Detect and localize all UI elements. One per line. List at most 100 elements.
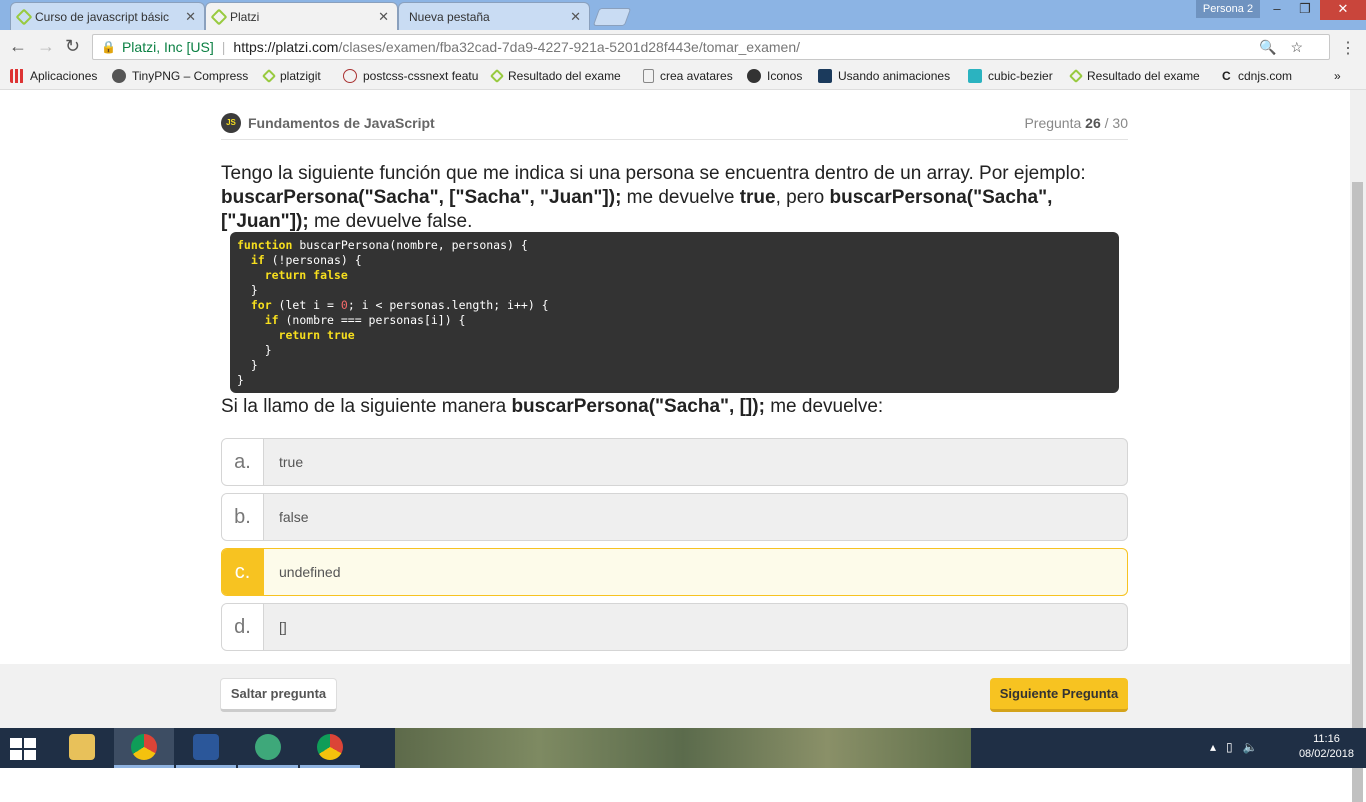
bookmarks-bar: Aplicaciones TinyPNG – Compress platzigi… [0, 64, 1366, 90]
apps-grid-icon [10, 69, 24, 83]
bookmark-star-icon[interactable]: ☆ [1290, 39, 1317, 55]
option-text: true [279, 454, 304, 470]
code-line: for (let i = 0; i < personas.length; i++… [237, 298, 549, 312]
taskbar-atom[interactable] [238, 728, 298, 768]
page-icon [643, 69, 654, 83]
address-bar[interactable]: 🔒 Platzi, Inc [US] | https://platzi.com … [92, 34, 1330, 60]
exam-footer: Saltar pregunta Siguiente Pregunta [0, 664, 1350, 728]
bookmark-postcss[interactable]: postcss-cssnext featu [343, 69, 478, 83]
code-line: return true [237, 328, 355, 342]
page-content: JS Fundamentos de JavaScript Pregunta 26… [0, 90, 1350, 728]
question-counter: Pregunta 26 / 30 [1024, 115, 1128, 131]
taskbar-chrome-2[interactable] [300, 728, 360, 768]
tray-overflow-icon[interactable]: ▴ [1210, 740, 1226, 754]
volume-icon[interactable]: 🔈 [1243, 740, 1268, 754]
course-title: Fundamentos de JavaScript [248, 115, 435, 131]
system-tray: ▴▯🔈 [1210, 740, 1268, 754]
minimize-icon[interactable]: – [1262, 0, 1292, 20]
bookmark-resultado-1[interactable]: Resultado del exame [489, 68, 621, 84]
postcss-icon [343, 69, 357, 83]
tab-title: Curso de javascript básic [35, 9, 170, 24]
option-letter: b. [222, 494, 264, 540]
taskbar-chrome[interactable] [114, 728, 174, 768]
answer-option-a[interactable]: a. true [221, 438, 1128, 486]
battery-icon[interactable]: ▯ [1226, 740, 1243, 754]
exam-header: JS Fundamentos de JavaScript Pregunta 26… [221, 110, 1128, 140]
windows-start-icon[interactable] [10, 738, 38, 760]
option-text: false [279, 509, 309, 525]
bookmark-avatares[interactable]: crea avatares [643, 69, 733, 83]
close-tab-icon[interactable]: ✕ [378, 9, 389, 25]
reload-icon[interactable]: ↻ [65, 36, 80, 57]
bookmark-resultado-2[interactable]: Resultado del exame [1068, 68, 1200, 84]
tab-curso[interactable]: Curso de javascript básic ✕ [10, 2, 205, 30]
code-line: if (nombre === personas[i]) { [237, 313, 466, 327]
taskbar-file-explorer[interactable] [52, 728, 112, 768]
bookmarks-overflow-icon[interactable]: » [1334, 69, 1341, 83]
profile-button[interactable]: Persona 2 [1196, 0, 1260, 18]
bookmark-animaciones[interactable]: Usando animaciones [818, 69, 950, 83]
platzi-favicon-icon [210, 8, 228, 26]
code-line: } [237, 373, 244, 387]
lock-icon: 🔒 [101, 40, 116, 54]
browser-toolbar: ← → ↻ 🔒 Platzi, Inc [US] | https://platz… [0, 30, 1366, 64]
bookmark-platzigit[interactable]: platzigit [261, 68, 321, 84]
tab-platzi[interactable]: Platzi ✕ [205, 2, 398, 30]
skip-question-button[interactable]: Saltar pregunta [220, 678, 337, 712]
desktop-wallpaper-strip [395, 728, 971, 768]
code-line: return false [237, 268, 348, 282]
security-label: Platzi, Inc [US] [121, 39, 214, 55]
platzi-icon [489, 68, 505, 84]
option-letter: c. [222, 549, 264, 595]
forward-icon[interactable]: → [37, 36, 55, 57]
answer-option-b[interactable]: b. false [221, 493, 1128, 541]
clock-time: 11:16 [1313, 733, 1340, 745]
menu-icon[interactable]: ⋮ [1340, 38, 1356, 58]
option-text: undefined [279, 564, 341, 580]
bookmark-tinypng[interactable]: TinyPNG – Compress [112, 69, 248, 83]
question-text: Tengo la siguiente función que me indica… [221, 163, 1086, 232]
code-line: } [237, 343, 272, 357]
bookmark-apps[interactable]: Aplicaciones [10, 69, 97, 83]
iconos-icon [747, 69, 761, 83]
panda-icon [112, 69, 126, 83]
back-icon[interactable]: ← [9, 36, 27, 57]
cdnjs-icon: C [1222, 69, 1231, 83]
clock-date: 08/02/2018 [1298, 748, 1354, 760]
bookmark-cdnjs[interactable]: Ccdnjs.com [1222, 69, 1292, 83]
code-line: function buscarPersona(nombre, personas)… [237, 238, 528, 252]
answer-option-d[interactable]: d. [] [221, 603, 1128, 651]
code-line: } [237, 358, 258, 372]
chrome-icon [131, 733, 157, 760]
maximize-icon[interactable]: ❐ [1290, 0, 1320, 20]
clock[interactable]: 11:16 08/02/2018 [1299, 732, 1354, 762]
close-window-icon[interactable]: ✕ [1320, 0, 1366, 20]
address-separator: | [221, 39, 226, 55]
scrollbar-thumb[interactable] [1352, 182, 1363, 802]
tab-nueva[interactable]: Nueva pestaña ✕ [398, 2, 590, 30]
answer-option-c[interactable]: c. undefined [221, 548, 1128, 596]
option-text: [] [279, 619, 287, 635]
atom-icon [255, 733, 281, 760]
taskbar-word[interactable] [176, 728, 236, 768]
js-logo-icon: JS [221, 113, 241, 133]
bookmark-iconos[interactable]: Iconos [747, 69, 802, 83]
zoom-search-icon[interactable]: 🔍 [1259, 39, 1290, 55]
tab-title: Platzi [230, 9, 260, 24]
tab-strip: Curso de javascript básic ✕ Platzi ✕ Nue… [0, 0, 1366, 30]
windows-taskbar: ▴▯🔈 11:16 08/02/2018 [0, 728, 1366, 768]
bookmark-cubic-bezier[interactable]: cubic-bezier [968, 69, 1053, 83]
close-tab-icon[interactable]: ✕ [570, 9, 581, 25]
question-prompt: Si la llamo de la siguiente manera busca… [221, 396, 884, 417]
page-scrollbar[interactable] [1350, 90, 1366, 802]
close-tab-icon[interactable]: ✕ [185, 9, 196, 25]
mdn-icon [818, 69, 832, 83]
code-line: } [237, 283, 258, 297]
platzi-icon [1068, 68, 1084, 84]
next-question-button[interactable]: Siguiente Pregunta [990, 678, 1128, 712]
answer-options: a. true b. false c. undefined d. [] [221, 438, 1128, 658]
word-icon [193, 733, 219, 760]
new-tab-button[interactable] [592, 8, 632, 26]
platzi-icon [261, 68, 277, 84]
tab-title: Nueva pestaña [409, 9, 490, 24]
